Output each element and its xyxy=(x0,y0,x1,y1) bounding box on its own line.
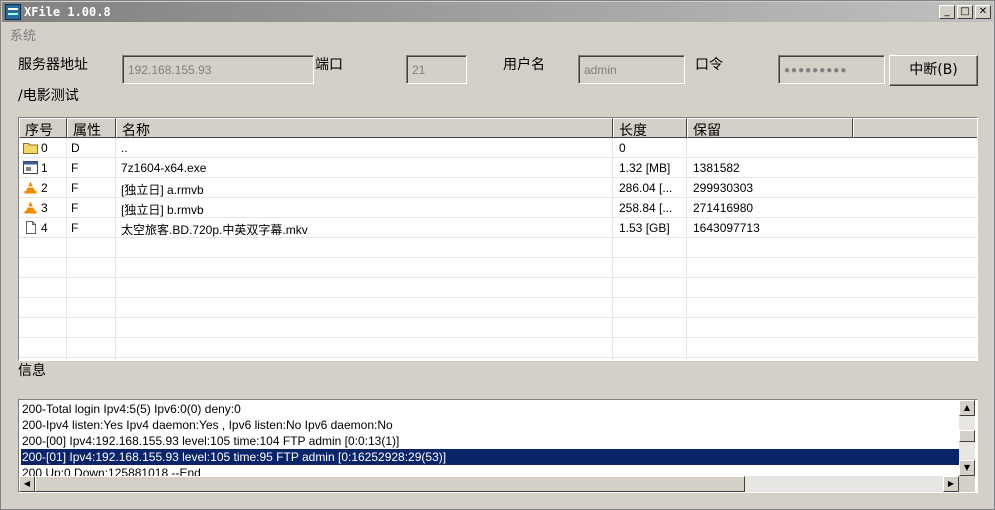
row-index: 2 xyxy=(41,181,48,195)
file-list-header: 序号 属性 名称 长度 保留 xyxy=(19,118,977,139)
username-field[interactable]: admin xyxy=(578,55,685,84)
empty-row xyxy=(19,298,977,318)
row-reserved: 1643097713 xyxy=(693,221,760,235)
column-filler xyxy=(853,118,977,138)
log-line[interactable]: 200-Ipv4 listen:Yes Ipv4 daemon:Yes , Ip… xyxy=(21,417,959,433)
close-button[interactable]: ✕ xyxy=(975,5,991,19)
server-address-label: 服务器地址 xyxy=(18,57,88,73)
file-list[interactable]: 序号 属性 名称 长度 保留 0 D .. 0 1 F 7z1604-x64.e… xyxy=(18,117,978,361)
row-length: 286.04 [... xyxy=(619,181,673,195)
row-length: 1.53 [GB] xyxy=(619,221,670,235)
scroll-left-icon[interactable]: ◀ xyxy=(19,476,35,492)
row-length: 0 xyxy=(619,141,626,155)
app-window: XFile 1.00.8 _ □ ✕ 系统 服务器地址 192.168.155.… xyxy=(0,0,995,510)
port-field[interactable]: 21 xyxy=(406,55,467,84)
row-attr: F xyxy=(71,161,79,175)
row-index: 1 xyxy=(41,161,48,175)
app-icon xyxy=(5,4,21,20)
empty-row xyxy=(19,238,977,258)
empty-row xyxy=(19,338,977,358)
table-row[interactable]: 1 F 7z1604-x64.exe 1.32 [MB] 1381582 xyxy=(19,158,977,178)
menu-bar: 系统 xyxy=(2,22,993,44)
column-name[interactable]: 名称 xyxy=(116,118,613,139)
row-attr: D xyxy=(71,141,80,155)
username-label: 用户名 xyxy=(503,57,545,73)
log-line[interactable]: 200-[00] Ipv4:192.168.155.93 level:105 t… xyxy=(21,433,959,449)
disconnect-button[interactable]: 中断(B) xyxy=(889,55,978,86)
scroll-right-icon[interactable]: ▶ xyxy=(943,476,959,492)
row-name: [独立日] a.rmvb xyxy=(121,183,204,197)
folder-icon xyxy=(23,141,38,154)
exe-icon xyxy=(23,161,38,174)
column-attr[interactable]: 属性 xyxy=(67,118,116,139)
empty-row xyxy=(19,278,977,298)
maximize-button[interactable]: □ xyxy=(957,5,973,19)
info-label: 信息 xyxy=(18,363,46,379)
row-length: 258.84 [... xyxy=(619,201,673,215)
row-name: .. xyxy=(121,141,128,155)
log-panel[interactable]: 200-Total login Ipv4:5(5) Ipv6:0(0) deny… xyxy=(18,399,978,493)
row-reserved xyxy=(690,138,693,158)
table-row[interactable]: 3 F [独立日] b.rmvb 258.84 [... 271416980 xyxy=(19,198,977,218)
row-index: 3 xyxy=(41,201,48,215)
vlc-icon xyxy=(23,181,38,194)
row-name: [独立日] b.rmvb xyxy=(121,203,204,217)
scroll-down-icon[interactable]: ▼ xyxy=(959,460,975,476)
window-title: XFile 1.00.8 xyxy=(24,5,111,19)
current-path: /电影测试 xyxy=(18,88,79,104)
log-line-selected[interactable]: 200-[01] Ipv4:192.168.155.93 level:105 t… xyxy=(21,449,959,465)
row-index: 0 xyxy=(41,141,48,155)
table-row[interactable]: 2 F [独立日] a.rmvb 286.04 [... 299930303 xyxy=(19,178,977,198)
log-vertical-scrollbar[interactable]: ▲ ▼ xyxy=(959,400,975,476)
log-line[interactable]: 200-Total login Ipv4:5(5) Ipv6:0(0) deny… xyxy=(21,401,959,417)
table-row[interactable]: 0 D .. 0 xyxy=(19,138,977,158)
row-index: 4 xyxy=(41,221,48,235)
empty-row xyxy=(19,318,977,338)
scroll-up-icon[interactable]: ▲ xyxy=(959,400,975,416)
title-bar[interactable]: XFile 1.00.8 _ □ ✕ xyxy=(2,2,993,22)
table-row[interactable]: 4 F 太空旅客.BD.720p.中英双字幕.mkv 1.53 [GB] 164… xyxy=(19,218,977,238)
port-label: 端口 xyxy=(315,57,343,73)
empty-row xyxy=(19,258,977,278)
row-reserved: 271416980 xyxy=(693,201,754,215)
row-attr: F xyxy=(71,221,79,235)
row-length: 1.32 [MB] xyxy=(619,161,671,175)
horizontal-scroll-thumb[interactable] xyxy=(35,476,745,492)
server-address-field[interactable]: 192.168.155.93 xyxy=(122,55,314,84)
vertical-scroll-thumb[interactable] xyxy=(959,430,975,442)
file-icon xyxy=(23,221,38,234)
scrollbar-corner xyxy=(959,476,975,492)
row-name: 7z1604-x64.exe xyxy=(121,161,207,175)
row-attr: F xyxy=(71,181,79,195)
password-field[interactable]: ●●●●●●●●● xyxy=(778,55,885,84)
row-reserved: 299930303 xyxy=(693,181,754,195)
minimize-button[interactable]: _ xyxy=(939,5,955,19)
column-reserved[interactable]: 保留 xyxy=(687,118,853,139)
column-length[interactable]: 长度 xyxy=(613,118,687,139)
password-label: 口令 xyxy=(695,57,723,73)
vlc-icon xyxy=(23,201,38,214)
row-reserved: 1381582 xyxy=(693,161,740,175)
row-name: 太空旅客.BD.720p.中英双字幕.mkv xyxy=(121,223,308,237)
row-attr: F xyxy=(71,201,79,215)
column-index[interactable]: 序号 xyxy=(19,118,67,139)
menu-system[interactable]: 系统 xyxy=(10,25,36,44)
log-horizontal-scrollbar[interactable]: ◀ ▶ xyxy=(19,476,959,492)
